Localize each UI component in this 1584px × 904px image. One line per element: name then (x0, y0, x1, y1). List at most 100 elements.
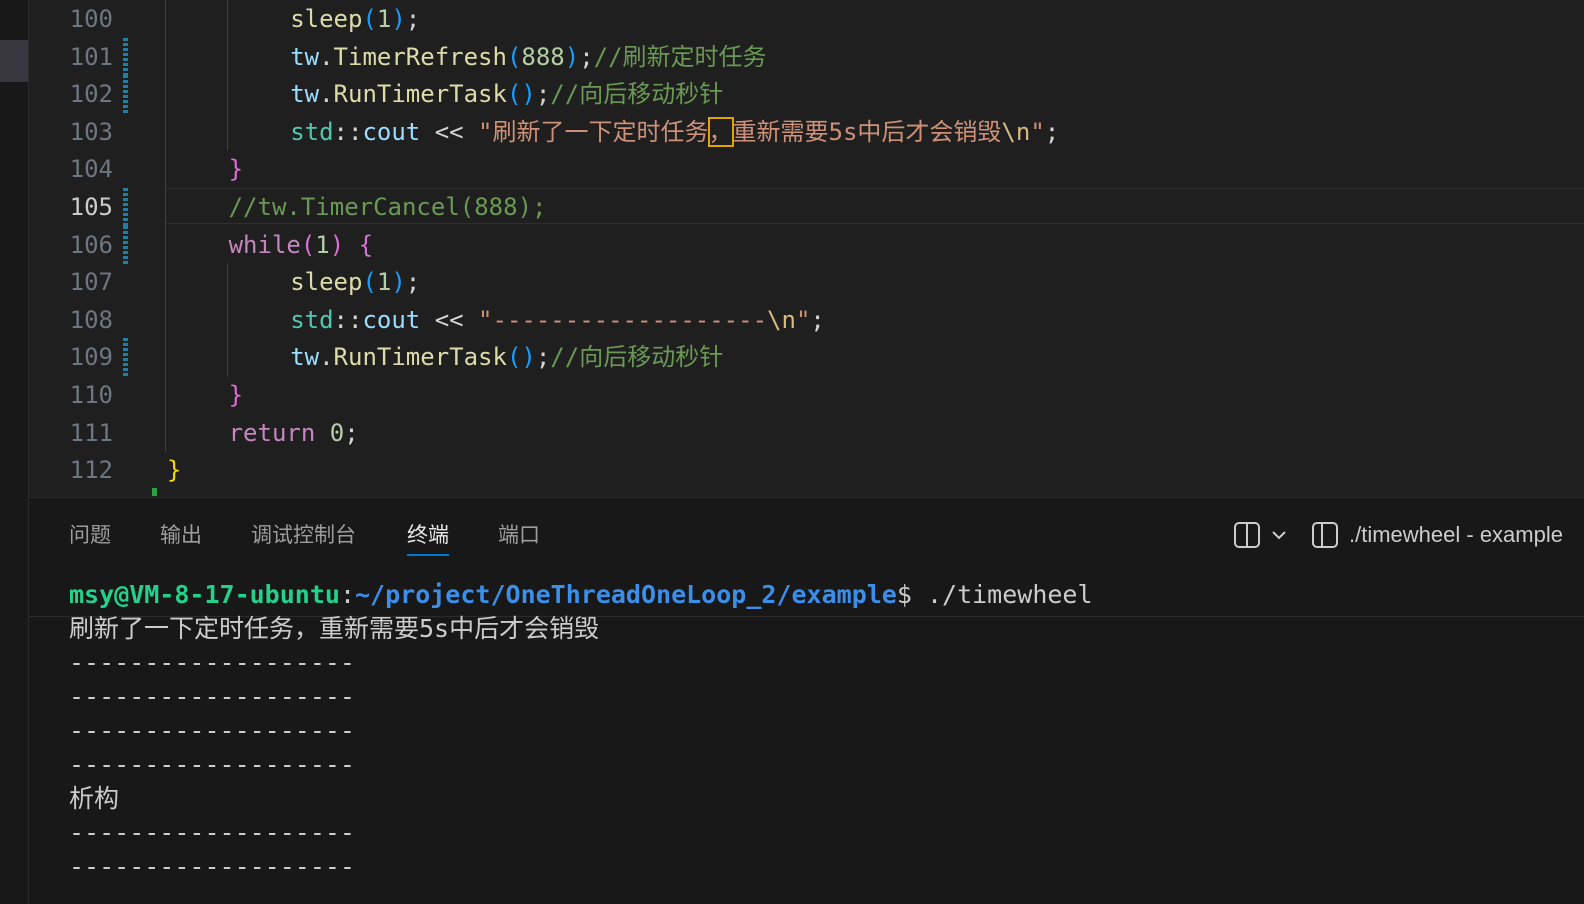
code-token: sleep (290, 5, 363, 33)
tab-ports[interactable]: 端口 (498, 520, 540, 550)
code-token: "------------------- (478, 306, 768, 334)
line-number: 103 (69, 118, 113, 146)
line-number: 104 (69, 155, 113, 183)
code-line: 104} (29, 150, 1584, 188)
line-number: 109 (69, 343, 113, 371)
code-token: ) (564, 43, 580, 71)
activity-bar (0, 0, 29, 904)
code-token: ; (810, 306, 825, 334)
tab-terminal[interactable]: 终端 (407, 520, 449, 556)
code-token: //刷新定时任务 (593, 43, 767, 71)
gutter-modified-marker (123, 226, 128, 264)
code-token: \n (1001, 118, 1031, 146)
code-token: 1 (315, 231, 330, 259)
chevron-down-icon[interactable] (1268, 520, 1290, 550)
code-token: cout (362, 118, 421, 146)
gutter-added-marker (152, 488, 157, 496)
line-number: 107 (69, 268, 113, 296)
code-token: tw (290, 80, 320, 108)
code-line: 110} (29, 376, 1584, 414)
code-token: << (420, 306, 479, 334)
code-line: 101 tw.TimerRefresh(888);//刷新定时任务 (29, 38, 1584, 76)
code-line: 106 while(1) { (29, 226, 1584, 264)
code-line: 103 std::cout << "刷新了一下定时任务，重新需要5s中后才会销毁\… (29, 113, 1584, 151)
code-token: //向后移动秒针 (550, 343, 724, 371)
code-text: //tw.TimerCancel(888); (229, 188, 547, 226)
terminal-output[interactable]: msy@VM-8-17-ubuntu:~/project/OneThreadOn… (69, 578, 1569, 884)
code-token: ) (391, 5, 406, 33)
code-token: ) (329, 231, 345, 259)
terminal-output-line: ------------------- (69, 818, 355, 847)
line-number: 112 (69, 456, 113, 484)
code-text: while(1) { (229, 226, 374, 264)
gutter-modified-marker (123, 338, 128, 376)
line-number: 102 (69, 80, 113, 108)
code-text: tw.RunTimerTask();//向后移动秒针 (290, 75, 723, 113)
code-token: " (1030, 118, 1045, 146)
code-token: ; (535, 80, 551, 108)
code-text: sleep(1); (290, 0, 420, 38)
code-token: ( (362, 5, 377, 33)
prompt-end: $ (896, 580, 927, 609)
tab-debug-console[interactable]: 调试控制台 (251, 520, 356, 550)
code-token: () (506, 343, 536, 371)
code-text: tw.RunTimerTask();//向后移动秒针 (290, 338, 723, 376)
code-text: sleep(1); (290, 263, 420, 301)
code-token: ; (535, 343, 551, 371)
code-token: sleep (290, 268, 363, 296)
terminal-output-line: 刷新了一下定时任务，重新需要5s中后才会销毁 (69, 614, 600, 643)
terminal-output-line: 析构 (69, 784, 120, 813)
code-token: ; (405, 5, 421, 33)
code-editor[interactable]: 100 sleep(1); 101 tw.TimerRefresh(888);//刷新… (29, 0, 1584, 497)
code-token: 1 (376, 268, 392, 296)
code-token: :: (333, 306, 363, 334)
code-token: . (319, 80, 334, 108)
code-token: tw (290, 343, 320, 371)
code-text: std::cout << "-------------------\n"; (290, 301, 825, 339)
code-line: 109 tw.RunTimerTask();//向后移动秒针 (29, 338, 1584, 376)
terminal-output-line: ------------------- (69, 852, 355, 881)
code-token: 888 (521, 43, 565, 71)
prompt-separator: : (339, 580, 355, 609)
code-line: 107 sleep(1); (29, 263, 1584, 301)
terminal-split-icon[interactable] (1310, 520, 1340, 550)
line-number: 100 (69, 5, 113, 33)
terminal-output-line: ------------------- (69, 682, 355, 711)
terminal-output-line: ------------------- (69, 716, 355, 745)
gutter-modified-marker (123, 188, 128, 226)
tab-problems[interactable]: 问题 (69, 520, 111, 550)
code-line: 108 std::cout << "-------------------\n"; (29, 301, 1584, 339)
code-token: } (167, 456, 182, 484)
terminal-output-line: ------------------- (69, 750, 355, 779)
code-line: 105 //tw.TimerCancel(888); (29, 188, 1584, 226)
terminal-output-line: ------------------- (69, 648, 355, 677)
terminal-prompt-line: msy@VM-8-17-ubuntu:~/project/OneThreadOn… (69, 578, 1569, 612)
code-token: () (506, 80, 536, 108)
line-number: 111 (69, 419, 113, 447)
code-token: ; (579, 43, 594, 71)
code-token: . (319, 343, 334, 371)
code-token: { (358, 231, 374, 259)
tab-output[interactable]: 输出 (160, 520, 202, 550)
code-token: 重新需要5s中后才会销毁 (732, 118, 1002, 146)
code-token: \n (767, 306, 796, 334)
code-text: } (229, 150, 243, 188)
code-token: cout (362, 306, 421, 334)
terminal-instance-title[interactable]: ./timewheel - example (1349, 520, 1563, 550)
prompt-path: ~/project/OneThreadOneLoop_2/example (355, 580, 897, 609)
code-token: "刷新了一下定时任务 (478, 118, 709, 146)
prompt-user: msy@VM-8-17-ubuntu (69, 580, 340, 609)
code-token: while (228, 231, 301, 259)
bottom-panel: 问题 输出 调试控制台 终端 端口 ./timewheel - example … (29, 497, 1584, 904)
terminal-command: ./timewheel (926, 580, 1093, 609)
gutter-modified-marker (123, 38, 128, 76)
code-token: } (228, 381, 244, 409)
code-token: return (228, 419, 316, 447)
code-token: . (319, 43, 334, 71)
line-number: 106 (69, 231, 113, 259)
split-terminal-icon[interactable] (1232, 520, 1262, 550)
code-token: tw (290, 43, 320, 71)
code-token: 1 (376, 5, 392, 33)
